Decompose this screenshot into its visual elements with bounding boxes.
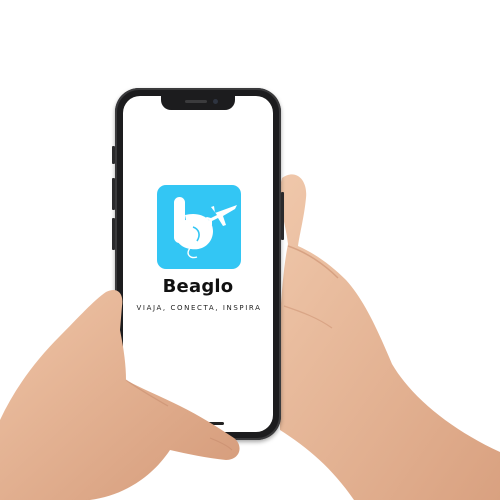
photo-scene: Beaglo VIAJA, CONECTA, INSPIRA xyxy=(0,0,500,500)
airplane-b-icon xyxy=(174,197,237,259)
front-camera-icon xyxy=(213,99,218,104)
right-hand xyxy=(276,174,500,500)
volume-up-button xyxy=(112,178,115,210)
power-button xyxy=(281,192,284,240)
app-logo xyxy=(157,185,241,269)
speaker-icon xyxy=(185,100,207,103)
volume-down-button xyxy=(112,218,115,250)
left-hand xyxy=(0,289,240,500)
silent-switch xyxy=(112,146,115,164)
phone-notch xyxy=(161,96,235,110)
